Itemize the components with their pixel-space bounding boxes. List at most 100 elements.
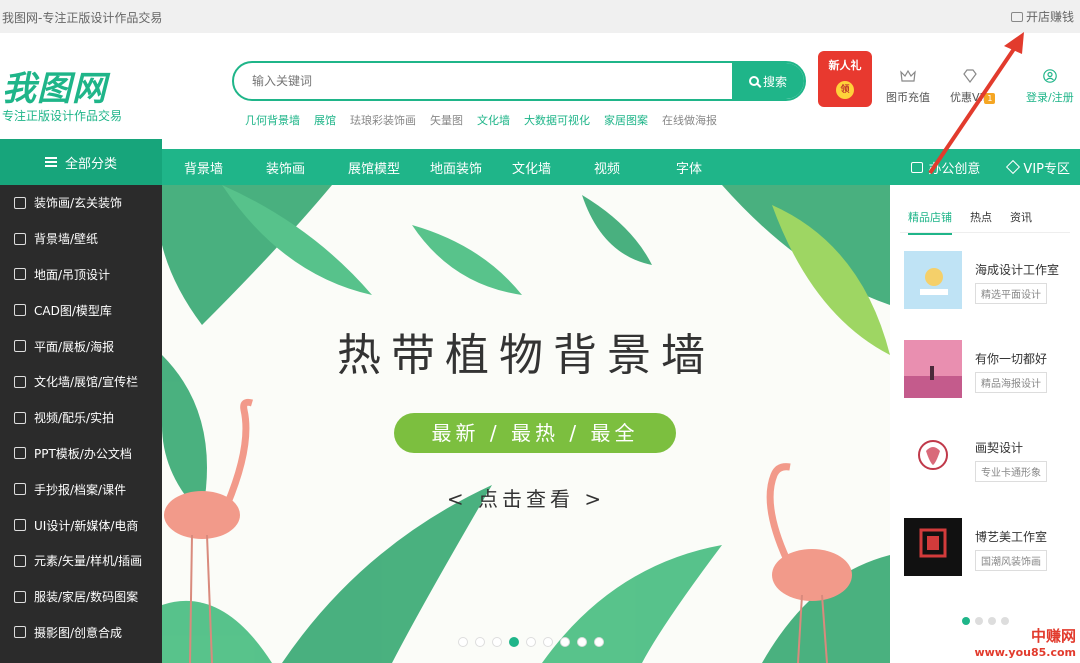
sidebar-item-label: 文化墙/展馆/宣传栏: [34, 375, 139, 390]
category-icon: [14, 375, 26, 388]
category-icon: [14, 554, 26, 567]
new-user-gift[interactable]: 新人礼 领: [818, 51, 872, 107]
sidebar-item-label: CAD图/模型库: [34, 303, 112, 318]
carousel-dot[interactable]: [560, 637, 570, 647]
gift-coin-icon: 领: [836, 81, 854, 99]
nav-right: 办公创意 VIP专区: [911, 149, 1070, 185]
sidebar-item[interactable]: 装饰画/玄关装饰: [0, 185, 162, 221]
new-gift-label: 新人礼: [828, 59, 862, 72]
briefcase-icon: [911, 161, 924, 173]
category-icon: [14, 268, 26, 281]
open-shop-link[interactable]: 开店赚钱: [1010, 8, 1074, 25]
pager-dot-active[interactable]: [962, 617, 970, 625]
sidebar-item[interactable]: 文化墙/展馆/宣传栏: [0, 364, 162, 400]
shop-card[interactable]: 博艺美工作室 国潮风装饰画: [904, 518, 1074, 578]
category-icon: [14, 447, 26, 460]
browser-title-bar: 我图网-专注正版设计作品交易 开店赚钱: [0, 0, 1080, 33]
hotword[interactable]: 家居图案: [604, 112, 648, 128]
vip-badge: 1: [984, 93, 996, 104]
sidebar-item[interactable]: 摄影图/创意合成: [0, 615, 162, 651]
sidebar-item-label: 摄影图/创意合成: [34, 625, 123, 640]
sidebar-item[interactable]: 服装/家居/数码图案: [0, 579, 162, 615]
hotword[interactable]: 珐琅彩装饰画: [350, 112, 416, 128]
shop-card[interactable]: 有你一切都好 精品海报设计: [904, 340, 1074, 400]
shop-thumbnail: [904, 251, 962, 309]
login-link[interactable]: 登录/注册: [1026, 69, 1074, 105]
shop-name: 海成设计工作室: [975, 263, 1060, 277]
sidebar-item[interactable]: CAD图/模型库: [0, 292, 162, 328]
search-input[interactable]: [234, 63, 734, 99]
carousel-dot-active[interactable]: [509, 637, 519, 647]
nav-item[interactable]: 展馆模型: [348, 158, 430, 177]
hotword[interactable]: 在线做海报: [662, 112, 717, 128]
category-icon: [14, 340, 26, 353]
vip-zone-link[interactable]: VIP专区: [1006, 158, 1070, 177]
category-icon: [14, 196, 26, 209]
pager-dot[interactable]: [988, 617, 996, 625]
recharge-link[interactable]: 图币充值: [886, 69, 930, 105]
carousel-dot[interactable]: [458, 637, 468, 647]
watermark-url: www.you85.com: [974, 646, 1076, 659]
sidebar-item-label: 平面/展板/海报: [34, 339, 115, 354]
hotword[interactable]: 几何背景墙: [245, 112, 300, 128]
nav-item[interactable]: 背景墙: [184, 158, 266, 177]
hotword[interactable]: 矢量图: [430, 112, 463, 128]
shop-card[interactable]: 画契设计 专业卡通形象: [904, 429, 1074, 489]
banner-cta[interactable]: < 点击查看 >: [162, 483, 890, 512]
sidebar-item[interactable]: UI设计/新媒体/电商: [0, 507, 162, 543]
site-logo[interactable]: 我图网: [2, 61, 107, 110]
carousel-dot[interactable]: [577, 637, 587, 647]
shop-tag: 精选平面设计: [975, 283, 1047, 304]
carousel-dot[interactable]: [492, 637, 502, 647]
search-button-label: 搜索: [762, 74, 787, 89]
nav-item[interactable]: 视频: [594, 158, 676, 177]
search-bar: 搜索: [232, 61, 806, 101]
pager-dot[interactable]: [1001, 617, 1009, 625]
carousel-dot[interactable]: [475, 637, 485, 647]
hotword[interactable]: 大数据可视化: [524, 112, 590, 128]
category-icon: [14, 232, 26, 245]
shop-tag: 专业卡通形象: [975, 461, 1047, 482]
sidebar-item[interactable]: 平面/展板/海报: [0, 328, 162, 364]
vip-link[interactable]: 优惠VIP 1: [950, 69, 996, 105]
shop-thumbnail: [904, 340, 962, 398]
sidebar-item[interactable]: 手抄报/档案/课件: [0, 471, 162, 507]
hero-banner[interactable]: 热带植物背景墙 最新 / 最热 / 最全 < 点击查看 >: [162, 185, 890, 663]
login-label: 登录/注册: [1026, 91, 1074, 104]
office-creative-link[interactable]: 办公创意: [911, 158, 980, 177]
all-categories-label: 全部分类: [64, 156, 117, 172]
shop-name: 有你一切都好: [975, 352, 1048, 366]
open-shop-label: 开店赚钱: [1025, 10, 1074, 24]
hotword[interactable]: 文化墙: [477, 112, 510, 128]
sidebar-item[interactable]: 背景墙/壁纸: [0, 221, 162, 257]
category-icon: [14, 411, 26, 424]
pager-dot[interactable]: [975, 617, 983, 625]
nav-item[interactable]: 装饰画: [266, 158, 348, 177]
sidebar-item[interactable]: PPT模板/办公文档: [0, 436, 162, 472]
search-button[interactable]: 搜索: [732, 63, 804, 99]
nav-item[interactable]: 文化墙: [512, 158, 594, 177]
nav-item[interactable]: 地面装饰: [430, 158, 512, 177]
divider: [900, 232, 1070, 233]
sidebar-item-label: 手抄报/档案/课件: [34, 482, 127, 497]
diamond-icon: [962, 69, 977, 83]
featured-shops-panel: 精品店铺 热点 资讯 海成设计工作室 精选平面设计 有你一切都好 精品海报设计 …: [890, 185, 1080, 663]
carousel-dot[interactable]: [543, 637, 553, 647]
hot-keywords: 几何背景墙 展馆 珐琅彩装饰画 矢量图 文化墙 大数据可视化 家居图案 在线做海…: [245, 112, 717, 128]
sidebar-item[interactable]: 视频/配乐/实拍: [0, 400, 162, 436]
sidebar-item-label: 装饰画/玄关装饰: [34, 196, 123, 211]
all-categories-button[interactable]: 全部分类: [0, 139, 162, 185]
sidebar-item-label: PPT模板/办公文档: [34, 446, 132, 461]
shop-card[interactable]: 海成设计工作室 精选平面设计: [904, 251, 1074, 311]
carousel-dot[interactable]: [526, 637, 536, 647]
nav-item[interactable]: 字体: [676, 158, 758, 177]
list-icon: [44, 157, 57, 167]
sidebar-item[interactable]: 元素/矢量/样机/插画: [0, 543, 162, 579]
category-icon: [14, 304, 26, 317]
sidebar-item-label: 地面/吊顶设计: [34, 267, 111, 282]
header: 我图网 专注正版设计作品交易 搜索 几何背景墙 展馆 珐琅彩装饰画 矢量图 文化…: [0, 33, 1080, 140]
sidebar-item[interactable]: 地面/吊顶设计: [0, 257, 162, 293]
hotword[interactable]: 展馆: [314, 112, 336, 128]
carousel-dot[interactable]: [594, 637, 604, 647]
vip-zone-label: VIP专区: [1023, 161, 1070, 177]
